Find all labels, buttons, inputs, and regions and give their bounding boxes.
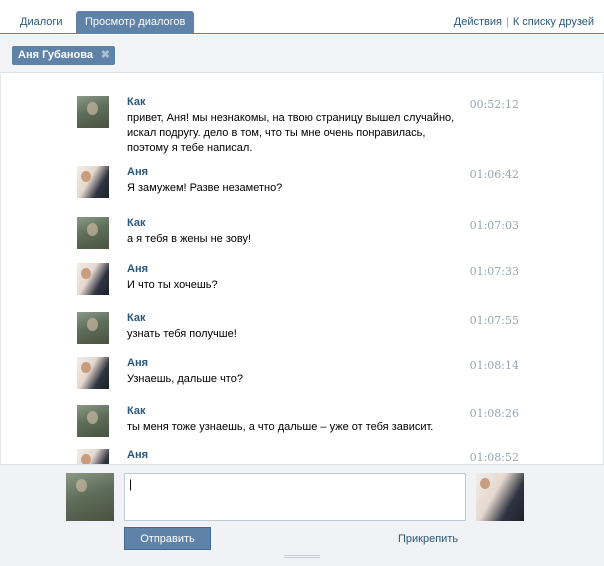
message-author[interactable]: Как	[127, 312, 145, 324]
friends-list-link[interactable]: К списку друзей	[513, 16, 594, 28]
actions-link[interactable]: Действия	[454, 16, 502, 28]
message-author[interactable]: Аня	[127, 166, 148, 178]
link-separator: |	[505, 16, 509, 28]
message-text: Узнаешь, дальше что?	[127, 373, 243, 385]
avatar[interactable]	[77, 217, 109, 249]
avatar[interactable]	[77, 166, 109, 198]
message-time: 01:08:26	[469, 407, 519, 420]
message-text: узнать тебя получше!	[127, 328, 237, 340]
avatar[interactable]	[77, 357, 109, 389]
message-input[interactable]: |	[124, 473, 466, 521]
message-item: Аня Я замужем! Разве незаметно? 01:06:42	[77, 166, 527, 206]
tab-dialogs[interactable]: Диалоги	[11, 11, 72, 34]
avatar[interactable]	[77, 263, 109, 295]
message-text: ты меня тоже узнаешь, а что дальше – уже…	[127, 421, 434, 433]
top-links: Действия | К списку друзей	[454, 16, 594, 28]
remove-chip-icon[interactable]: ✖	[101, 46, 110, 65]
message-time: 01:07:33	[469, 265, 519, 278]
avatar[interactable]	[77, 449, 109, 464]
message-item: Аня Узнаешь, дальше что? 01:08:14	[77, 357, 527, 397]
recipient-chip-label: Аня Губанова	[18, 49, 94, 61]
message-item: Как привет, Аня! мы незнакомы, на твою с…	[77, 96, 527, 156]
tab-view-dialogs[interactable]: Просмотр диалогов	[76, 11, 195, 34]
compose-area: | Отправить Прикрепить	[0, 464, 604, 566]
message-author[interactable]: Как	[127, 405, 145, 417]
message-author[interactable]: Аня	[127, 357, 148, 369]
message-history[interactable]: Как привет, Аня! мы незнакомы, на твою с…	[0, 74, 604, 464]
message-item: Аня 01:08:52	[77, 449, 527, 464]
message-item: Как а я тебя в жены не зову! 01:07:03	[77, 217, 527, 257]
avatar[interactable]	[77, 96, 109, 128]
message-author[interactable]: Аня	[127, 449, 148, 461]
message-item: Как ты меня тоже узнаешь, а что дальше –…	[77, 405, 527, 445]
message-item: Как узнать тебя получше! 01:07:55	[77, 312, 527, 352]
message-text: Я замужем! Разве незаметно?	[127, 182, 283, 194]
message-text: привет, Аня! мы незнакомы, на твою стран…	[127, 112, 455, 154]
tabs-bar: Диалоги Просмотр диалогов Действия | К спи…	[0, 0, 604, 34]
avatar[interactable]	[77, 312, 109, 344]
peer-avatar[interactable]	[476, 473, 524, 521]
message-author[interactable]: Аня	[127, 263, 148, 275]
message-time: 01:07:55	[469, 314, 519, 327]
message-text: а я тебя в жены не зову!	[127, 233, 252, 245]
message-item: Аня И что ты хочешь? 01:07:33	[77, 263, 527, 303]
message-author[interactable]: Как	[127, 96, 145, 108]
attach-link[interactable]: Прикрепить	[398, 533, 458, 545]
message-time: 00:52:12	[469, 98, 519, 111]
filter-bar: Аня Губанова ✖	[0, 35, 604, 73]
my-avatar[interactable]	[66, 473, 114, 521]
resize-handle[interactable]	[284, 555, 320, 558]
recipient-chip[interactable]: Аня Губанова ✖	[12, 46, 116, 65]
message-time: 01:08:52	[469, 451, 519, 464]
message-author[interactable]: Как	[127, 217, 145, 229]
avatar[interactable]	[77, 405, 109, 437]
send-button[interactable]: Отправить	[124, 527, 211, 550]
message-time: 01:07:03	[469, 219, 519, 232]
message-text: И что ты хочешь?	[127, 279, 218, 291]
message-time: 01:08:14	[469, 359, 519, 372]
message-time: 01:06:42	[469, 168, 519, 181]
